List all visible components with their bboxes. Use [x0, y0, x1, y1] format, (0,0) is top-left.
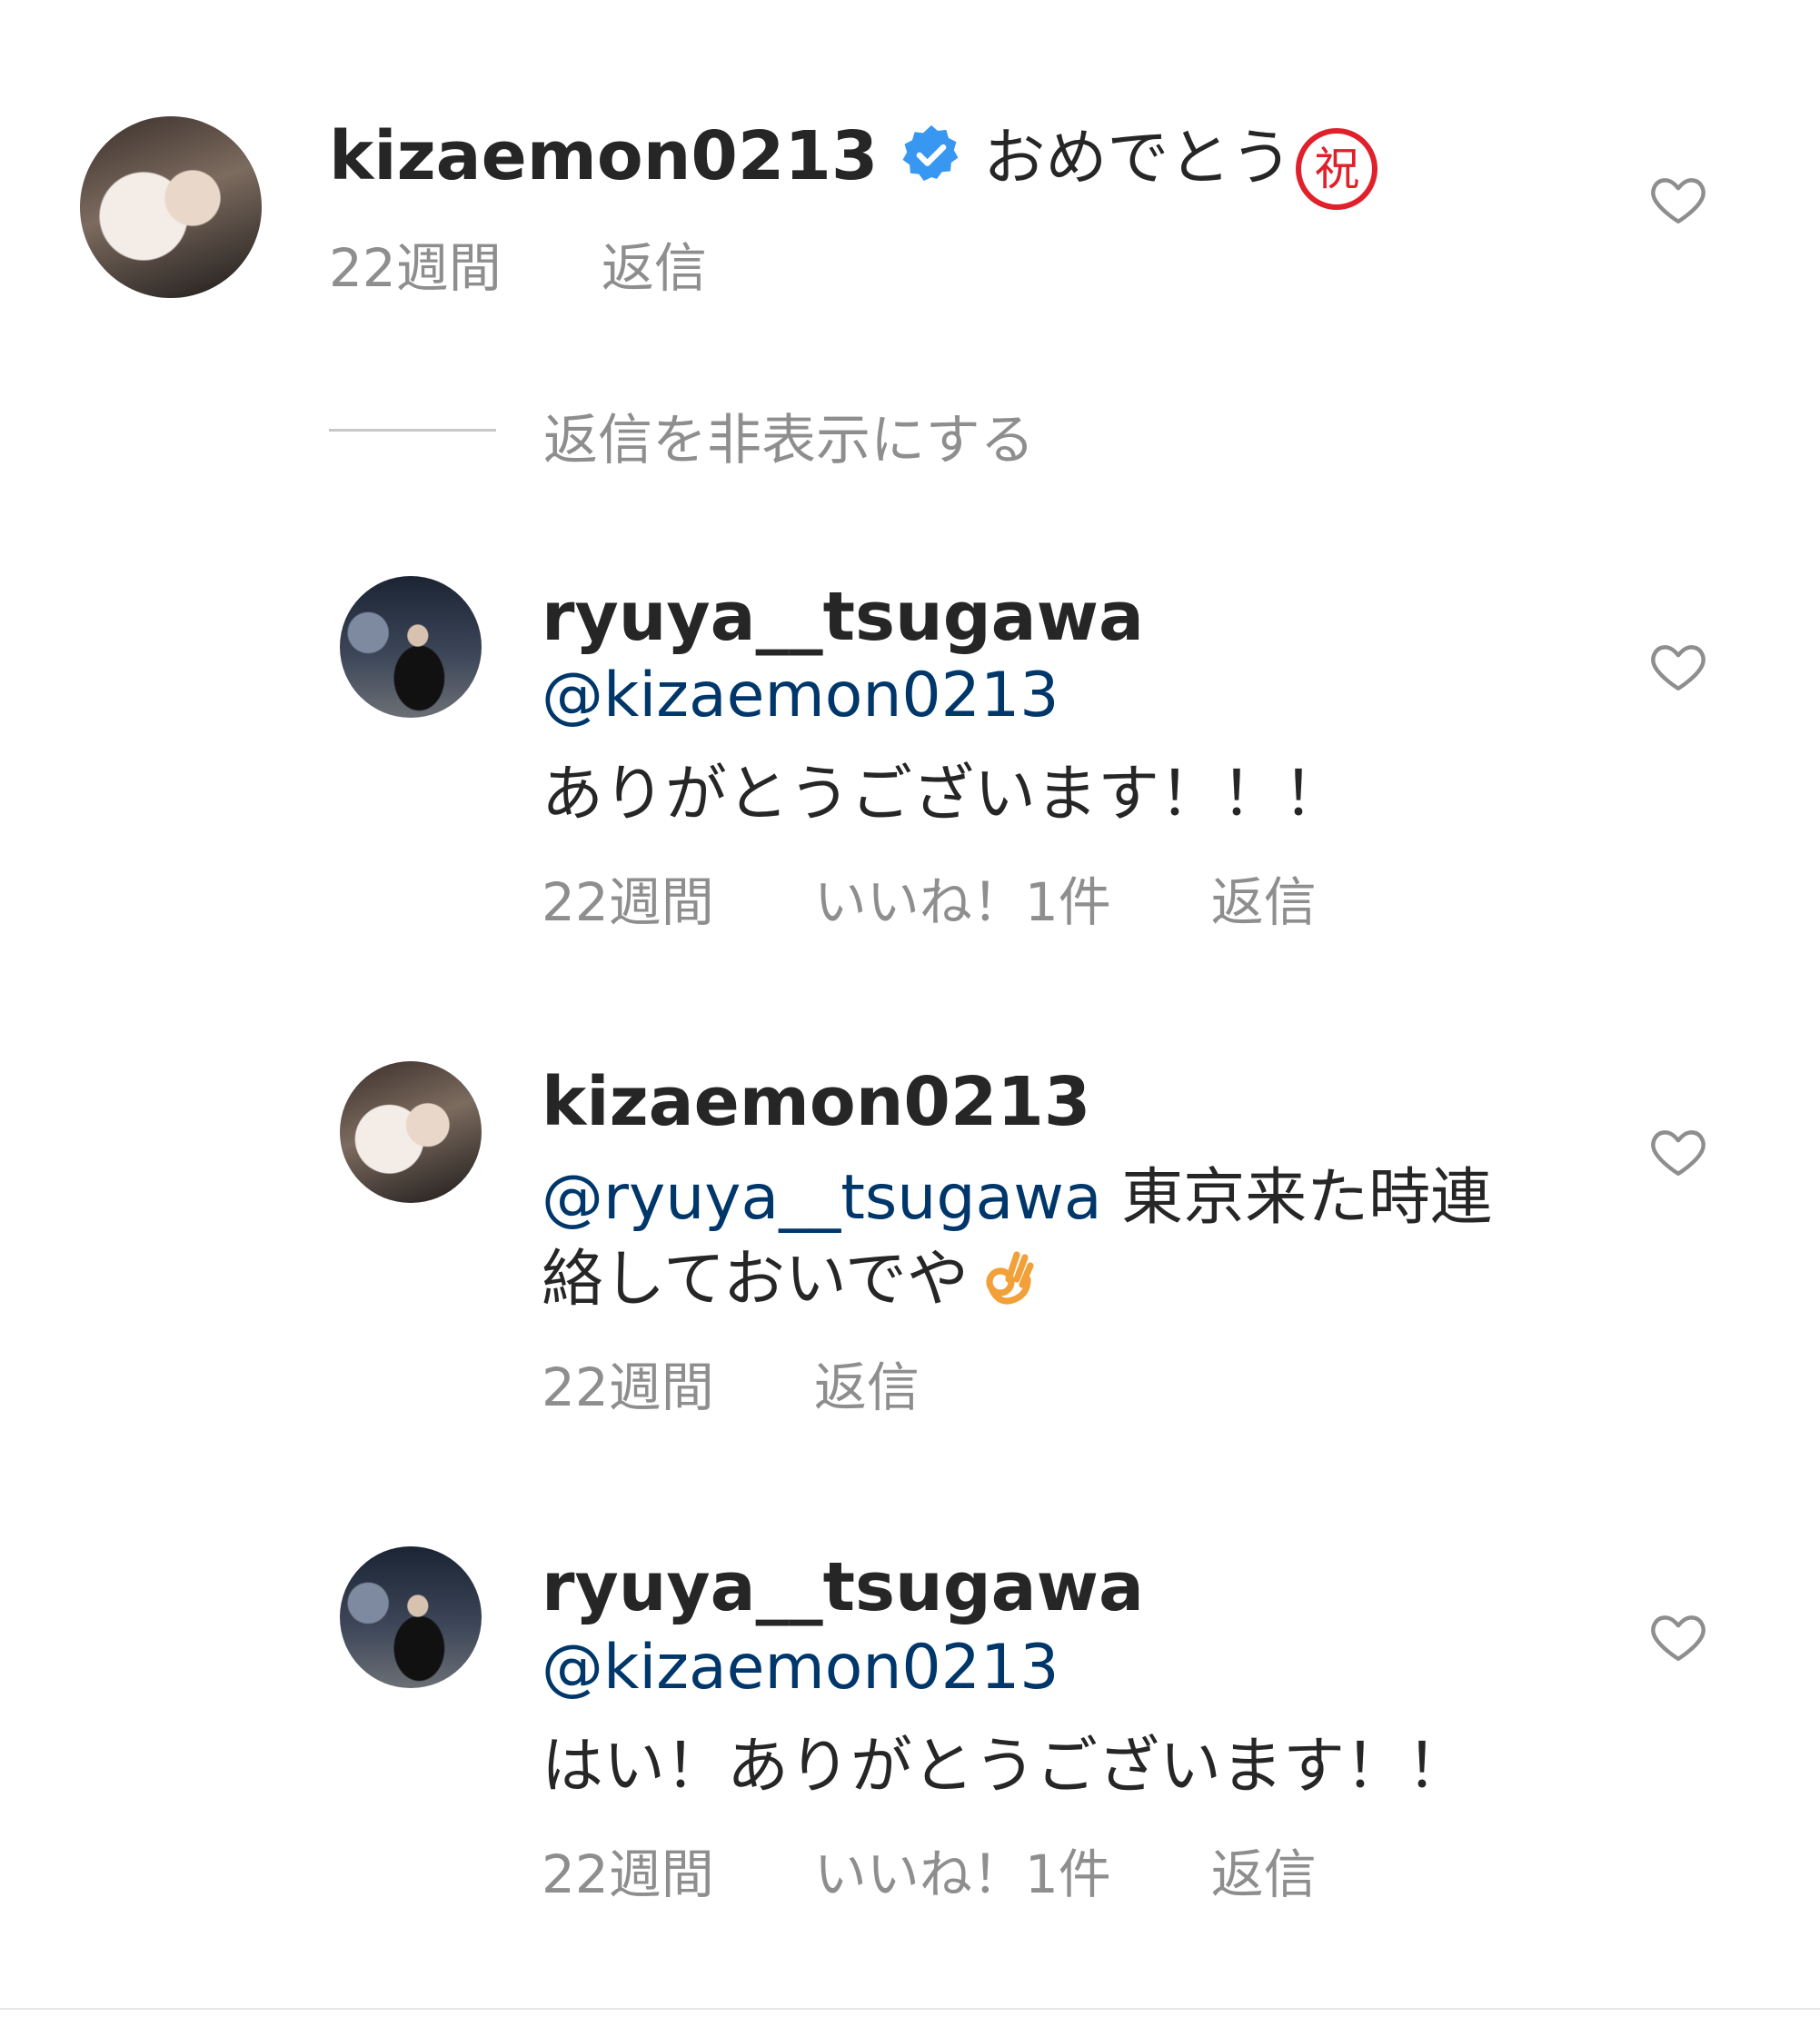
- reply-button[interactable]: 返信: [814, 1356, 920, 1418]
- hide-replies-label: 返信を非表示にする: [543, 409, 1035, 472]
- heart-icon[interactable]: [1648, 1121, 1708, 1181]
- avatar[interactable]: [340, 1546, 482, 1688]
- comment-text: おめでとう: [983, 123, 1293, 194]
- comment-text: 絡しておいでや: [542, 1244, 969, 1316]
- avatar[interactable]: [80, 116, 262, 298]
- comment-meta: 22週間 いいね！1件 返信: [542, 859, 1417, 936]
- comment-meta: 22週間 返信: [329, 225, 807, 302]
- comment-time: 22週間: [542, 1843, 714, 1905]
- verified-badge-icon: [902, 124, 959, 182]
- reply-button[interactable]: 返信: [1211, 871, 1317, 933]
- iwai-emoji-icon: 祝: [1296, 128, 1378, 210]
- avatar[interactable]: [340, 576, 482, 718]
- bottom-divider: [0, 2008, 1820, 2010]
- heart-icon[interactable]: [1648, 1606, 1708, 1666]
- username[interactable]: kizaemon0213: [329, 117, 878, 195]
- heart-icon[interactable]: [1648, 636, 1708, 696]
- comment-text-line-1: @ryuya__tsugawa 東京来た時連: [542, 1147, 1492, 1237]
- divider-line: [329, 429, 496, 432]
- likes-count[interactable]: いいね！1件: [814, 871, 1111, 933]
- comment-header: kizaemon0213 おめでとう祝: [329, 107, 1378, 210]
- comment-text-line-2: 絡しておいでや: [542, 1228, 1041, 1318]
- heart-icon[interactable]: [1648, 169, 1708, 229]
- ok-hand-icon: [986, 1251, 1034, 1305]
- username[interactable]: ryuya__tsugawa: [542, 1548, 1144, 1626]
- username[interactable]: ryuya__tsugawa: [542, 578, 1144, 656]
- comment-meta: 22週間 返信: [542, 1345, 1019, 1421]
- comment-time: 22週間: [329, 237, 502, 299]
- reply-button[interactable]: 返信: [602, 237, 707, 299]
- comment-text: 東京来た時連: [1121, 1162, 1493, 1234]
- mention-link[interactable]: @kizaemon0213: [542, 660, 1059, 731]
- comment-meta: 22週間 いいね！1件 返信: [542, 1832, 1417, 1908]
- username[interactable]: kizaemon0213: [542, 1063, 1090, 1141]
- avatar[interactable]: [340, 1061, 482, 1203]
- likes-count[interactable]: いいね！1件: [814, 1843, 1111, 1905]
- comment-time: 22週間: [542, 1356, 714, 1418]
- comment-text: ありがとうございます！！！: [542, 759, 1346, 830]
- comment-text: はい！ありがとうございます！！: [542, 1731, 1469, 1803]
- reply-button[interactable]: 返信: [1211, 1843, 1317, 1905]
- mention-link[interactable]: @ryuya__tsugawa: [542, 1162, 1102, 1234]
- mention-link[interactable]: @kizaemon0213: [542, 1632, 1059, 1704]
- comment-time: 22週間: [542, 871, 714, 933]
